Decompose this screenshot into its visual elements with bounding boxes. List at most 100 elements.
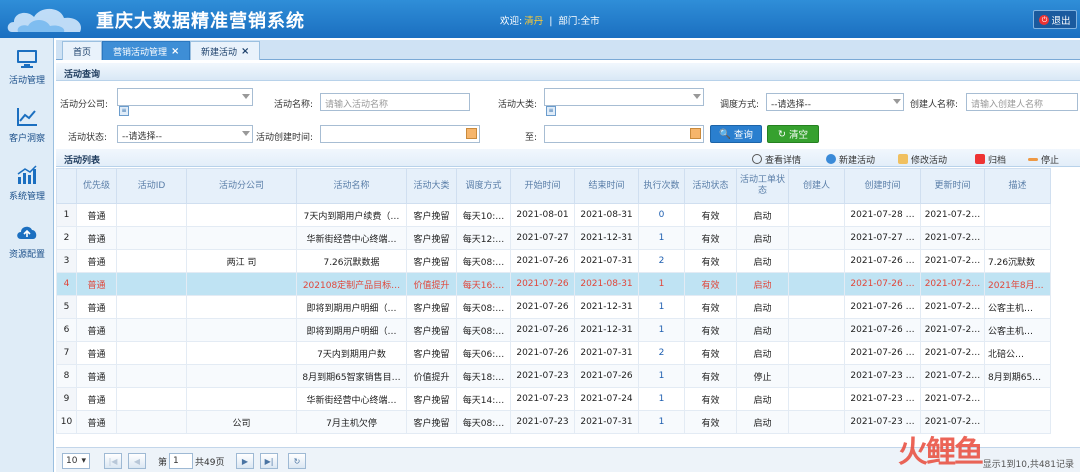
column-header[interactable]: 活动分公司 [186, 168, 297, 204]
table-row[interactable]: 6 普通 即将到期用户明细（… 客户挽留 每天08:… 2021-07-26 2021-12… [56, 318, 1051, 342]
column-header[interactable]: 活动ID [116, 168, 187, 204]
table-row[interactable]: 5 普通 即将到期用户明细（… 客户挽留 每天08:… 2021-07-26 2021-12… [56, 295, 1051, 319]
column-header[interactable]: 创建人 [788, 168, 845, 204]
column-header[interactable]: 开始时间 [510, 168, 575, 204]
last-page-button[interactable]: ▶| [260, 453, 278, 469]
table-cell: 有效 [684, 318, 737, 342]
table-cell: 客户挽留 [406, 387, 457, 411]
column-header[interactable]: 活动状态 [684, 168, 737, 204]
table-cell: 普通 [76, 249, 117, 273]
table-cell: 2 [638, 341, 685, 365]
table-cell: 每天18:… [456, 364, 511, 388]
view-detail-button[interactable]: 查看详情 [752, 152, 801, 166]
name-input[interactable]: 请输入活动名称 [320, 93, 470, 111]
edit-campaign-button[interactable]: 修改活动 [898, 152, 947, 166]
table-cell: 2021-07-2… [920, 341, 985, 365]
table-cell: 8 [56, 364, 77, 388]
status-select[interactable]: --请选择-- [117, 125, 253, 143]
tab-home[interactable]: 首页 [62, 41, 103, 60]
tab-campaign-management[interactable]: 营销活动管理 × [102, 41, 191, 60]
table-cell [788, 226, 845, 250]
sidebar-item-resource[interactable]: 资源配置 [0, 212, 54, 270]
creator-input[interactable]: 请输入创建人名称 [966, 93, 1078, 111]
branch-label: 活动分公司: [60, 100, 109, 110]
prev-page-button[interactable]: ◀ [128, 453, 146, 469]
table-row[interactable]: 7 普通 7天内到期用户数 客户挽留 每天06:… 2021-07-26 2021-07-3… [56, 341, 1051, 365]
refresh-page-button[interactable]: ↻ [288, 453, 306, 469]
column-header[interactable]: 创建时间 [844, 168, 921, 204]
created-start-input[interactable] [320, 125, 480, 143]
column-header[interactable] [56, 168, 77, 204]
table-cell: 10 [56, 410, 77, 434]
table-cell: 2021-07-26 [510, 341, 575, 365]
table-row[interactable]: 9 普通 华新街经营中心终端… 客户挽留 每天14:… 2021-07-23 2021-07… [56, 387, 1051, 411]
table-cell: 2021-07-26 … [844, 318, 921, 342]
table-cell: 普通 [76, 387, 117, 411]
table-cell [116, 387, 187, 411]
new-campaign-button[interactable]: 新建活动 [826, 152, 875, 166]
clear-button[interactable]: ↻ 清空 [767, 125, 819, 143]
table-cell: 两江 司 [186, 249, 297, 273]
sidebar-item-insight[interactable]: 客户洞察 [0, 96, 54, 154]
line-chart-icon [17, 108, 37, 126]
table-cell: 8月到期65智家销售目… [296, 364, 407, 388]
table-row[interactable]: 2 普通 华新街经营中心终端… 客户挽留 每天12:… 2021-07-27 2021-12… [56, 226, 1051, 250]
page-number-input[interactable]: 1 [169, 453, 194, 469]
column-header[interactable]: 调度方式 [456, 168, 511, 204]
chevron-down-icon [893, 99, 901, 104]
record-summary: 显示1到10,共481记录 [982, 460, 1074, 470]
table-cell [788, 387, 845, 411]
calendar-icon[interactable] [466, 128, 477, 139]
table-cell: 客户挽留 [406, 341, 457, 365]
table-row[interactable]: 4 普通 202108定制产品目标… 价值提升 每天16:… 2021-07-26 2021… [56, 272, 1051, 296]
calendar-icon[interactable] [690, 128, 701, 139]
next-page-button[interactable]: ▶ [236, 453, 254, 469]
table-cell: 每天08:… [456, 410, 511, 434]
table-cell [116, 341, 187, 365]
column-header[interactable]: 执行次数 [638, 168, 685, 204]
table-cell: 每天08:… [456, 318, 511, 342]
table-cell: 2021-07-23 [510, 387, 575, 411]
column-header[interactable]: 活动工单状态 [736, 168, 789, 204]
first-page-button[interactable]: |◀ [104, 453, 122, 469]
archive-button[interactable]: 归档 [975, 152, 1006, 166]
column-header[interactable]: 优先级 [76, 168, 117, 204]
table-cell: 8月到期65… [984, 364, 1051, 388]
tab-new-campaign[interactable]: 新建活动 × [190, 41, 261, 60]
tree-picker-icon[interactable]: ≡ [546, 106, 556, 116]
tree-picker-icon[interactable]: ≡ [119, 106, 129, 116]
column-header[interactable]: 结束时间 [574, 168, 639, 204]
column-header[interactable]: 活动名称 [296, 168, 407, 204]
table-cell: 停止 [736, 364, 789, 388]
sidebar-item-activity[interactable]: 活动管理 [0, 38, 54, 96]
table-cell [984, 410, 1051, 434]
table-cell: 客户挽留 [406, 295, 457, 319]
logout-button[interactable]: ⏻ 退出 [1033, 10, 1077, 29]
table-cell: 每天14:… [456, 387, 511, 411]
column-header[interactable]: 更新时间 [920, 168, 985, 204]
table-row[interactable]: 3 普通 两江 司 7.26沉默数据 客户挽留 每天08:… 2021-07-26 2021-… [56, 249, 1051, 273]
table-row[interactable]: 8 普通 8月到期65智家销售目… 价值提升 每天18:… 2021-07-23 2021-… [56, 364, 1051, 388]
table-cell: 2021-07-2… [920, 318, 985, 342]
table-cell: 2021-07-23 [510, 364, 575, 388]
close-icon[interactable]: × [171, 46, 179, 57]
column-header[interactable]: 描述 [984, 168, 1051, 204]
category-select[interactable] [544, 88, 704, 106]
dept-value: 全市 [580, 16, 600, 27]
created-end-input[interactable] [544, 125, 704, 143]
table-cell: 普通 [76, 318, 117, 342]
page-size-select[interactable]: 10 ▾ [62, 453, 90, 469]
schedule-select[interactable]: --请选择-- [766, 93, 904, 111]
table-row[interactable]: 1 普通 7天内到期用户续费（… 客户挽留 每天10:… 2021-08-01 2021-0… [56, 203, 1051, 227]
table-cell: 客户挽留 [406, 249, 457, 273]
table-cell [116, 295, 187, 319]
branch-select[interactable] [117, 88, 253, 106]
column-header[interactable]: 活动大类 [406, 168, 457, 204]
stop-button[interactable]: 停止 [1028, 152, 1059, 166]
table-cell [186, 387, 297, 411]
search-button[interactable]: 🔍 查询 [710, 125, 762, 143]
table-cell: 2021-07-28 … [844, 203, 921, 227]
sidebar-item-system[interactable]: 系统管理 [0, 154, 54, 212]
close-icon[interactable]: × [241, 46, 249, 57]
table-cell: 2021-07-26 … [844, 295, 921, 319]
